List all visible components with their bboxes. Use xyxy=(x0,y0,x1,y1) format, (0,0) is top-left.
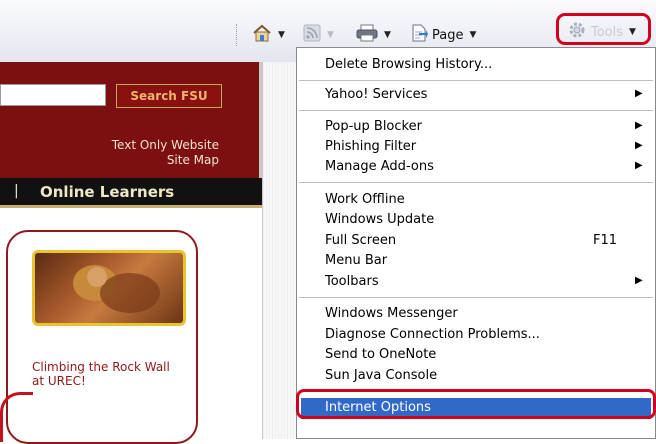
site-map-link[interactable]: Site Map xyxy=(167,153,219,167)
feeds-icon xyxy=(303,24,321,46)
page-menu-button[interactable]: Page ▼ xyxy=(410,22,476,48)
submenu-arrow-icon: ▶ xyxy=(635,140,643,151)
shortcut-label: F11 xyxy=(593,233,618,248)
menu-item-windows-messenger[interactable]: Windows Messenger xyxy=(297,304,655,325)
submenu-arrow-icon: ▶ xyxy=(635,88,643,99)
home-dropdown-caret[interactable]: ▼ xyxy=(278,30,285,40)
menu-separator xyxy=(299,297,653,298)
menu-item-diagnose-connection[interactable]: Diagnose Connection Problems... xyxy=(297,325,655,346)
home-button[interactable]: ▼ xyxy=(252,22,285,48)
menu-separator xyxy=(299,391,653,392)
site-nav-bar: | Online Learners xyxy=(0,178,262,208)
text-only-link[interactable]: Text Only Website xyxy=(112,138,219,152)
search-fsu-button[interactable]: Search FSU xyxy=(116,84,222,108)
gear-icon xyxy=(568,21,586,43)
tools-menu-button[interactable]: Tools ▼ xyxy=(556,13,656,47)
menu-separator xyxy=(299,182,653,183)
menu-item-send-to-onenote[interactable]: Send to OneNote xyxy=(297,345,655,366)
page-dropdown-caret[interactable]: ▼ xyxy=(469,30,476,40)
tools-dropdown-menu: Delete Browsing History... Yahoo! Servic… xyxy=(296,47,656,439)
menu-item-windows-update[interactable]: Windows Update xyxy=(297,210,655,231)
print-dropdown-caret[interactable]: ▼ xyxy=(384,30,391,40)
menu-item-delete-browsing-history[interactable]: Delete Browsing History... xyxy=(297,55,655,76)
submenu-arrow-icon: ▶ xyxy=(635,160,643,171)
menu-item-full-screen[interactable]: Full Screen F11 xyxy=(297,231,655,252)
menu-item-popup-blocker[interactable]: Pop-up Blocker ▶ xyxy=(297,117,655,138)
menu-item-sun-java-console[interactable]: Sun Java Console xyxy=(297,366,655,387)
menu-separator xyxy=(299,80,653,81)
page-label: Page xyxy=(432,27,464,43)
home-icon xyxy=(252,24,272,46)
feature-card[interactable]: Climbing the Rock Wall at UREC! xyxy=(6,230,198,444)
menu-item-manage-addons[interactable]: Manage Add-ons ▶ xyxy=(297,157,655,178)
print-icon xyxy=(356,24,378,46)
rock-climbing-photo[interactable] xyxy=(32,250,186,326)
tools-dropdown-caret[interactable]: ▼ xyxy=(629,27,636,37)
menu-item-yahoo-services[interactable]: Yahoo! Services ▶ xyxy=(297,85,655,106)
feeds-dropdown-caret[interactable]: ▼ xyxy=(327,30,334,40)
menu-item-internet-options[interactable]: Internet Options xyxy=(301,398,651,419)
menu-item-work-offline[interactable]: Work Offline xyxy=(297,190,655,211)
card-caption[interactable]: Climbing the Rock Wall at UREC! xyxy=(32,360,172,388)
page-icon xyxy=(410,24,428,46)
tools-label: Tools xyxy=(591,24,624,40)
search-input[interactable] xyxy=(0,84,106,106)
site-banner: Search FSU Text Only Website Site Map xyxy=(0,62,262,178)
menu-separator xyxy=(299,110,653,111)
submenu-arrow-icon: ▶ xyxy=(635,275,643,286)
toolbar-grip[interactable] xyxy=(236,24,239,46)
menu-item-toolbars[interactable]: Toolbars ▶ xyxy=(297,272,655,293)
webpage-content: Search FSU Text Only Website Site Map | … xyxy=(0,62,262,444)
menu-item-menu-bar[interactable]: Menu Bar xyxy=(297,251,655,272)
page-scroll-region xyxy=(262,62,297,439)
highlight-curve-decoration xyxy=(0,392,33,442)
menu-item-phishing-filter[interactable]: Phishing Filter ▶ xyxy=(297,137,655,158)
nav-online-learners[interactable]: Online Learners xyxy=(40,183,174,201)
nav-separator: | xyxy=(14,183,19,199)
print-button[interactable]: ▼ xyxy=(356,22,391,48)
feeds-button[interactable]: ▼ xyxy=(303,22,334,48)
submenu-arrow-icon: ▶ xyxy=(635,120,643,131)
